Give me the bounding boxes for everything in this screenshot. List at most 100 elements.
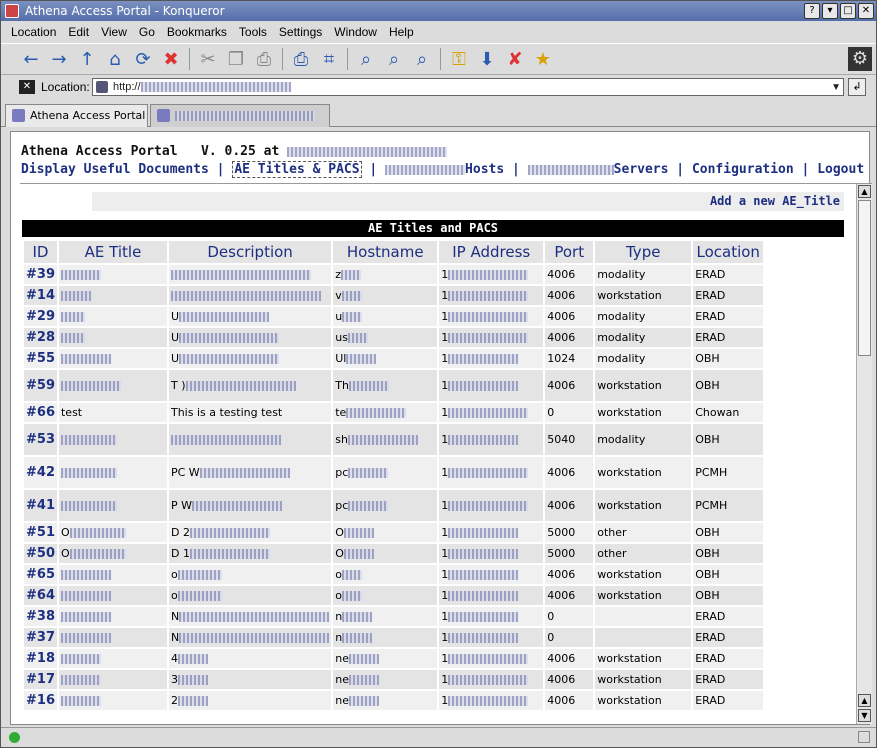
home-icon[interactable]: ⌂	[101, 46, 129, 72]
row-id-link[interactable]: #18	[24, 649, 57, 668]
cell-text[interactable]: #39	[26, 267, 55, 282]
menu-help[interactable]: Help	[383, 22, 420, 42]
cell-ae	[58, 586, 167, 605]
row-id-link[interactable]: #64	[24, 586, 57, 605]
cell-text[interactable]: #41	[26, 498, 55, 513]
maximize-button[interactable]: □	[840, 3, 856, 19]
menu-window[interactable]: Window	[328, 22, 383, 42]
cell-text[interactable]: #18	[26, 651, 55, 666]
row-id-link[interactable]: #38	[24, 607, 57, 626]
print-icon[interactable]: ⎙	[287, 46, 315, 72]
menu-settings[interactable]: Settings	[273, 22, 328, 42]
redacted-text	[348, 468, 389, 478]
print-preview-icon[interactable]: ⌗	[315, 46, 343, 72]
cell-text[interactable]: #59	[26, 378, 55, 393]
row-id-link[interactable]: #16	[24, 691, 57, 710]
row-id-link[interactable]: #66	[24, 403, 57, 422]
paste-icon[interactable]: ⎙	[250, 46, 278, 72]
resize-grip[interactable]	[858, 731, 870, 743]
security-lock-icon[interactable]: ⚿	[445, 46, 473, 72]
throbber-gear-icon[interactable]: ⚙	[848, 47, 872, 71]
row-id-link[interactable]: #55	[24, 349, 57, 368]
copy-icon[interactable]: ❐	[222, 46, 250, 72]
cell-ae: O	[58, 523, 167, 542]
cell-text[interactable]: #50	[26, 546, 55, 561]
cell-text[interactable]: #51	[26, 525, 55, 540]
tab-second[interactable]	[150, 104, 330, 127]
row-id-link[interactable]: #17	[24, 670, 57, 689]
clear-location-icon[interactable]: ✕	[19, 80, 35, 94]
reload-icon[interactable]: ⟳	[129, 46, 157, 72]
menu-location[interactable]: Location	[5, 22, 62, 42]
nav-configuration[interactable]: Configuration	[692, 162, 794, 177]
redacted-text	[347, 333, 368, 343]
cell-desc: D 2	[168, 523, 332, 542]
scroll-up-icon[interactable]: ▲	[858, 185, 871, 198]
tab-athena-access-portal[interactable]: Athena Access Portal	[5, 104, 148, 127]
cell-text[interactable]: #65	[26, 567, 55, 582]
scroll-up-icon[interactable]: ▲	[858, 694, 871, 707]
cell-text[interactable]: #66	[26, 405, 55, 420]
cell-text[interactable]: #28	[26, 330, 55, 345]
cell-ae	[58, 424, 167, 455]
menu-view[interactable]: View	[95, 22, 133, 42]
help-button[interactable]: ?	[804, 3, 820, 19]
menu-bookmarks[interactable]: Bookmarks	[161, 22, 233, 42]
row-id-link[interactable]: #65	[24, 565, 57, 584]
nav-ae-titles-pacs[interactable]: AE Titles & PACS	[232, 161, 362, 178]
bookmark-new-icon[interactable]: ★	[529, 46, 557, 72]
add-ae-title-link[interactable]: Add a new AE_Title	[92, 192, 844, 211]
cell-text[interactable]: #38	[26, 609, 55, 624]
redacted-text	[69, 528, 126, 538]
menu-edit[interactable]: Edit	[62, 22, 95, 42]
forward-icon[interactable]: →	[45, 46, 73, 72]
row-id-link[interactable]: #42	[24, 457, 57, 488]
clear-icon[interactable]: ✘	[501, 46, 529, 72]
nav-servers[interactable]: Servers	[614, 162, 669, 177]
nav-display-useful-documents[interactable]: Display Useful Documents	[21, 162, 209, 177]
row-id-link[interactable]: #14	[24, 286, 57, 305]
row-id-link[interactable]: #59	[24, 370, 57, 401]
zoom-fit-icon[interactable]: ⌕	[352, 46, 380, 72]
go-icon[interactable]: ↲	[848, 78, 866, 96]
row-id-link[interactable]: #41	[24, 490, 57, 521]
cell-text[interactable]: #55	[26, 351, 55, 366]
nav-logout[interactable]: Logout	[817, 162, 864, 177]
scroll-thumb[interactable]	[858, 200, 871, 356]
cell-text: N	[170, 631, 180, 644]
back-icon[interactable]: ←	[17, 46, 45, 72]
download-icon[interactable]: ⬇	[473, 46, 501, 72]
location-input[interactable]: http:// ▼	[92, 78, 844, 96]
cell-text[interactable]: #64	[26, 588, 55, 603]
stop-icon[interactable]: ✖	[157, 46, 185, 72]
cell-text[interactable]: #16	[26, 693, 55, 708]
row-id-link[interactable]: #37	[24, 628, 57, 647]
cell-text[interactable]: #37	[26, 630, 55, 645]
row-id-link[interactable]: #39	[24, 265, 57, 284]
menu-tools[interactable]: Tools	[233, 22, 273, 42]
row-id-link[interactable]: #50	[24, 544, 57, 563]
row-id-link[interactable]: #29	[24, 307, 57, 326]
cell-text[interactable]: #29	[26, 309, 55, 324]
close-button[interactable]: ✕	[858, 3, 874, 19]
nav-hosts[interactable]: Hosts	[465, 162, 504, 177]
row-id-link[interactable]: #28	[24, 328, 57, 347]
row-id-link[interactable]: #51	[24, 523, 57, 542]
cell-desc: PC W	[168, 457, 332, 488]
cell-text[interactable]: #14	[26, 288, 55, 303]
cell-text[interactable]: #53	[26, 432, 55, 447]
cell-text: 4006	[547, 289, 576, 302]
menu-button[interactable]: ▾	[822, 3, 838, 19]
vertical-scrollbar[interactable]: ▲ ▲ ▼	[856, 184, 872, 724]
chevron-down-icon[interactable]: ▼	[831, 80, 841, 96]
cut-icon[interactable]: ✂	[194, 46, 222, 72]
zoom-in-icon[interactable]: ⌕	[380, 46, 408, 72]
row-id-link[interactable]: #53	[24, 424, 57, 455]
scroll-down-icon[interactable]: ▼	[858, 709, 871, 722]
menu-go[interactable]: Go	[133, 22, 161, 42]
up-icon[interactable]: ↑	[73, 46, 101, 72]
table-row: #39 z 1 4006 modality ERAD	[24, 265, 764, 284]
cell-text[interactable]: #42	[26, 465, 55, 480]
zoom-out-icon[interactable]: ⌕	[408, 46, 436, 72]
cell-text[interactable]: #17	[26, 672, 55, 687]
